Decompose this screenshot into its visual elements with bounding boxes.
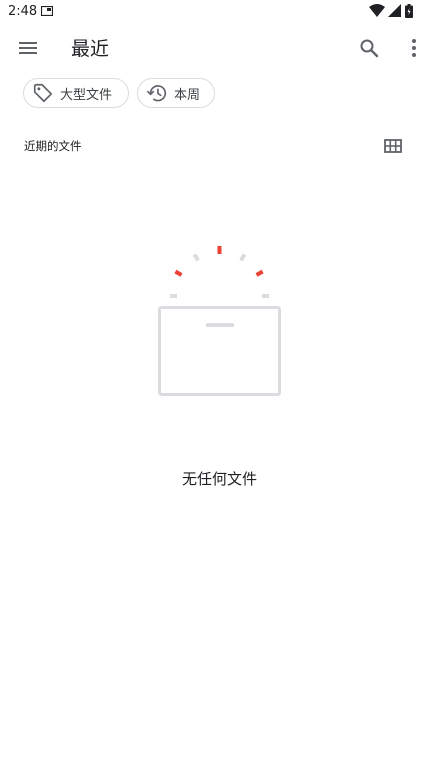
status-bar: 2:48 (0, 0, 439, 24)
wifi-icon (369, 4, 385, 17)
grid-view-button[interactable] (382, 136, 404, 156)
page-title: 最近 (71, 38, 110, 60)
more-options-button[interactable] (402, 36, 426, 60)
empty-state-message: 无任何文件 (181, 470, 257, 488)
more-vert-icon (412, 39, 416, 57)
app-bar: 最近 (0, 24, 439, 72)
search-button[interactable] (357, 36, 381, 60)
notification-icon (41, 6, 53, 16)
status-indicators (369, 4, 413, 18)
section-title: 近期的文件 (24, 139, 82, 153)
chip-label: 大型文件 (60, 87, 113, 103)
chip-large-files[interactable]: 大型文件 (23, 78, 129, 108)
status-time: 2:48 (8, 4, 38, 19)
signal-icon (388, 4, 401, 17)
history-icon (146, 85, 167, 102)
chip-label: 本周 (174, 87, 201, 103)
menu-icon (19, 42, 37, 54)
empty-folder-illustration (158, 246, 281, 396)
chip-this-week[interactable]: 本周 (137, 78, 215, 108)
tag-icon (33, 83, 53, 103)
battery-icon (405, 4, 413, 18)
search-icon (360, 39, 379, 58)
menu-button[interactable] (16, 36, 40, 60)
grid-view-icon (384, 139, 402, 153)
